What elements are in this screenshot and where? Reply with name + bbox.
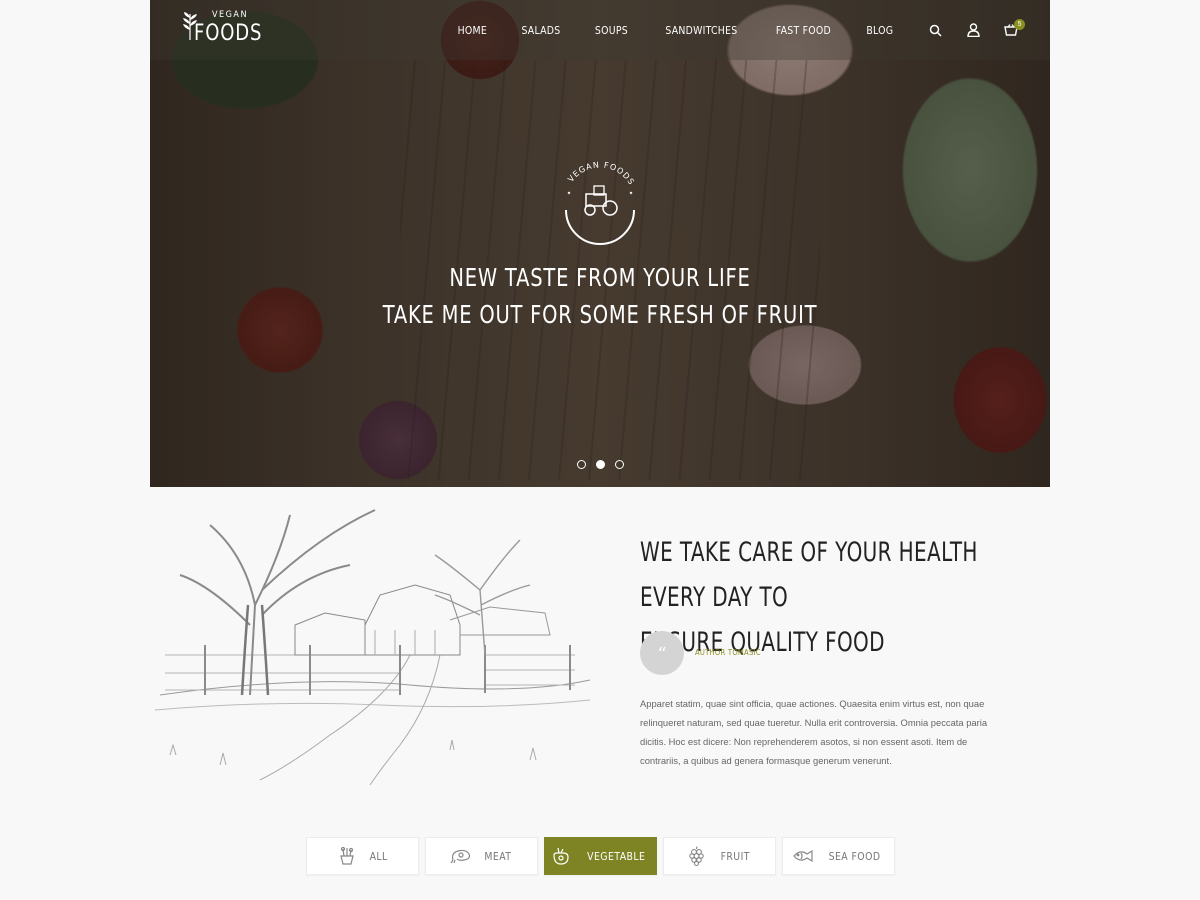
- site-logo[interactable]: VEGAN FOODS: [182, 8, 262, 52]
- about-heading: WE TAKE CARE OF YOUR HEALTH EVERY DAY TO…: [640, 530, 1025, 665]
- nav-soups[interactable]: SOUPS: [583, 24, 640, 37]
- filter-tab-fruit-label: FRUIT: [720, 849, 751, 863]
- logo-big-text: FOODS: [194, 21, 263, 46]
- hero-headline-1: NEW TASTE FROM YOUR LIFE: [449, 263, 751, 292]
- about-heading-line-2: ENSURE QUALITY FOOD: [640, 627, 885, 658]
- cart-icon[interactable]: 5: [1002, 19, 1025, 39]
- slider-dot-2[interactable]: [595, 460, 605, 469]
- slider-dot-1[interactable]: [576, 460, 586, 469]
- about-heading-line-1: WE TAKE CARE OF YOUR HEALTH EVERY DAY TO: [640, 537, 978, 613]
- slider-pagination: [150, 460, 1050, 469]
- filter-tab-vegetable[interactable]: VEGETABLE: [544, 837, 657, 875]
- filter-tab-vegetable-label: VEGETABLE: [587, 849, 646, 863]
- filter-tab-all[interactable]: ALL: [306, 837, 419, 875]
- header-icons: 5: [926, 0, 1025, 60]
- main-menu: HOME SALADS SOUPS SANDWITCHES FAST FOOD …: [441, 0, 910, 60]
- about-paragraph: Apparet statim, quae sint officia, quae …: [640, 698, 988, 766]
- fish-icon: [792, 846, 814, 866]
- quote-icon: “: [640, 631, 684, 675]
- grapes-icon: [686, 846, 708, 866]
- filter-tab-meat[interactable]: MEAT: [425, 837, 538, 875]
- user-icon[interactable]: [964, 21, 982, 39]
- nav-salads[interactable]: SALADS: [510, 24, 573, 37]
- slider-dot-3[interactable]: [614, 460, 624, 469]
- search-icon[interactable]: [926, 21, 944, 39]
- nav-blog[interactable]: BLOG: [855, 24, 906, 37]
- svg-text:VEGAN FOODS STORE: VEGAN FOODS STORE: [550, 158, 638, 190]
- farm-sketch-illustration: [150, 495, 595, 786]
- top-navigation-bar: VEGAN FOODS HOME SALADS SOUPS SANDWITCHE…: [150, 0, 1050, 60]
- hero-slider: VEGAN FOODS HOME SALADS SOUPS SANDWITCHE…: [150, 0, 1050, 487]
- badge-arc-text: VEGAN FOODS STORE: [546, 151, 637, 190]
- product-filter-tabs: ALL MEAT VEGETABLE FRUIT SEA FOOD: [306, 837, 895, 875]
- filter-tab-fruit[interactable]: FRUIT: [663, 837, 776, 875]
- filter-tab-sea-food[interactable]: SEA FOOD: [782, 837, 895, 875]
- hero-headline-2: TAKE ME OUT FOR SOME FRESH OF FRUIT: [382, 300, 818, 329]
- filter-tab-all-label: ALL: [369, 849, 388, 863]
- vegetable-basket-icon: [336, 846, 358, 866]
- filter-tab-meat-label: MEAT: [483, 849, 512, 863]
- filter-tab-sea-food-label: SEA FOOD: [828, 849, 881, 863]
- meat-icon: [450, 846, 472, 866]
- nav-home[interactable]: HOME: [446, 24, 499, 37]
- vegetable-icon: [550, 846, 572, 866]
- author-name: AUTHOR TOMASIC: [695, 648, 761, 657]
- logo-small-text: VEGAN: [212, 10, 249, 20]
- store-badge: VEGAN FOODS STORE: [546, 151, 650, 248]
- tractor-emblem-icon: VEGAN FOODS STORE: [546, 151, 638, 245]
- nav-sandwitches[interactable]: SANDWITCHES: [653, 24, 749, 37]
- cart-count-badge: 5: [1014, 19, 1025, 30]
- nav-fast-food[interactable]: FAST FOOD: [764, 24, 843, 37]
